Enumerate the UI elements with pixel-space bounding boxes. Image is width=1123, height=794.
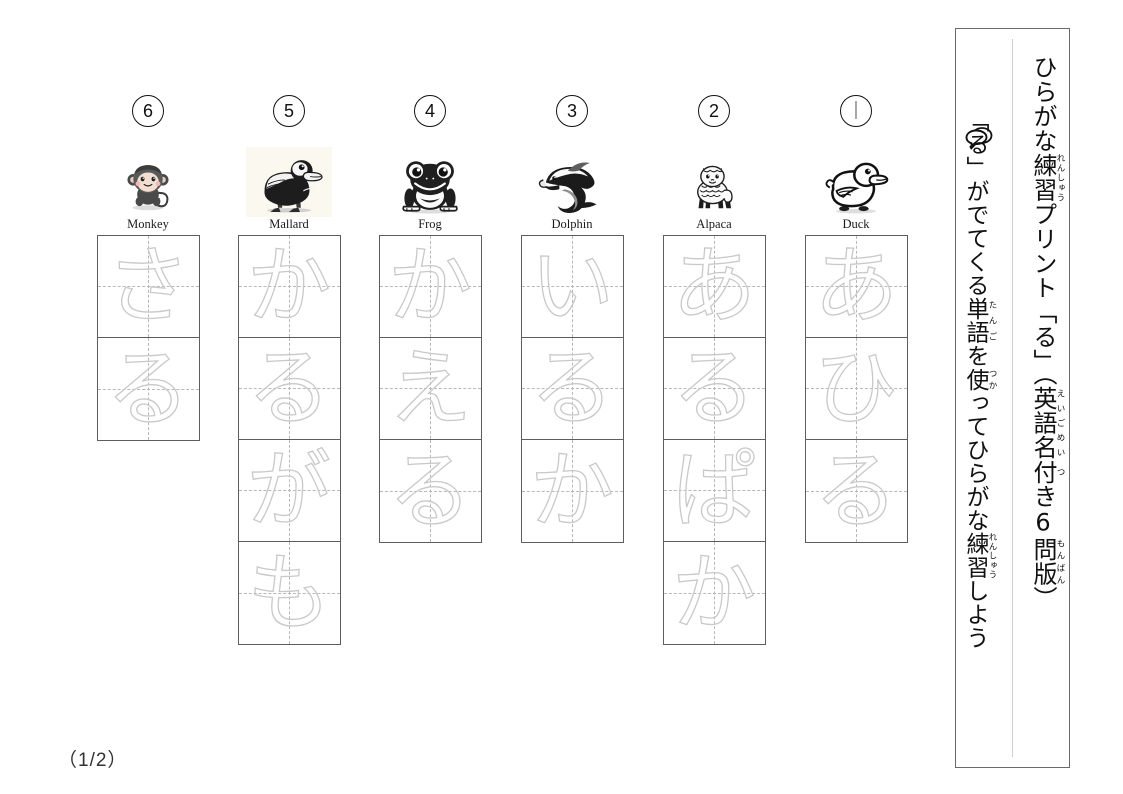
- question-number-badge: ｜: [840, 95, 872, 127]
- tracing-cell[interactable]: が: [238, 439, 340, 542]
- tracing-cell[interactable]: る: [97, 337, 199, 440]
- tracing-grid: いるか: [520, 234, 624, 543]
- kana-trace-glyph: あ: [813, 237, 898, 335]
- question-number-badge: 4: [414, 95, 446, 127]
- tracing-cell[interactable]: ひ: [805, 337, 907, 440]
- kana-trace-glyph: ぱ: [671, 441, 756, 539]
- kana-trace-glyph: え: [387, 339, 472, 437]
- kana-trace-glyph: る: [387, 441, 472, 540]
- tracing-cell[interactable]: る: [521, 337, 623, 440]
- question-number-badge: 6: [132, 95, 164, 127]
- tracing-cell[interactable]: る: [805, 439, 907, 542]
- mallard-duck-icon: [246, 147, 332, 217]
- tracing-cell[interactable]: ぱ: [663, 439, 765, 542]
- tracing-cell[interactable]: か: [521, 439, 623, 542]
- page-indicator: （1/2）: [58, 750, 128, 771]
- monkey-icon: [105, 147, 191, 217]
- word-column-frog: 4 Frog かえる: [378, 95, 482, 543]
- tracing-cell[interactable]: い: [521, 235, 623, 338]
- ruby-text: 問版もんばん: [1029, 537, 1065, 586]
- title-text-run: を: [962, 344, 989, 368]
- title-text-run: き6: [1029, 484, 1057, 537]
- kana-trace-glyph: が: [246, 441, 331, 539]
- kana-trace-glyph: る: [246, 339, 331, 437]
- animal-english-label: Duck: [842, 217, 870, 231]
- furigana: つか: [987, 367, 998, 392]
- furigana: えいごめい: [1055, 386, 1065, 460]
- title-text-run: ってひらがな: [962, 391, 989, 532]
- tracing-cell[interactable]: あ: [805, 235, 907, 338]
- tracing-cell[interactable]: え: [379, 337, 481, 440]
- alpaca-icon: [671, 147, 757, 217]
- kana-trace-glyph: か: [387, 237, 472, 335]
- tracing-cell[interactable]: さ: [97, 235, 199, 338]
- kana-trace-glyph: る: [671, 339, 756, 437]
- ruby-text: 単語 たんご: [962, 297, 998, 344]
- tracing-grid: かえる: [378, 234, 482, 543]
- furigana: たんご: [987, 297, 998, 344]
- question-number-badge: 3: [556, 95, 588, 127]
- word-column-mallard: 5 Mallard かるがも: [237, 95, 341, 645]
- ruby-text: 付つ: [1029, 459, 1065, 485]
- tracing-cell[interactable]: る: [238, 337, 340, 440]
- kana-trace-glyph: か: [246, 237, 331, 335]
- kana-trace-glyph: る: [813, 441, 898, 540]
- kana-trace-glyph: か: [671, 543, 756, 642]
- tracing-grid: さる: [96, 234, 200, 441]
- animal-english-label: Monkey: [127, 217, 169, 231]
- ruby-text: 練習れんしゅう: [962, 532, 998, 579]
- ruby-text: 英語名えいごめい: [1029, 386, 1065, 460]
- tracing-cell[interactable]: る: [379, 439, 481, 542]
- tracing-cell[interactable]: も: [238, 541, 340, 644]
- tracing-grid: あひる: [804, 234, 908, 543]
- animal-english-label: Alpaca: [696, 217, 732, 231]
- question-number-badge: 5: [273, 95, 305, 127]
- worksheet-title-main: ひらがな練習れんしゅうプリント「る」（英語名えいごめい付つき6問版もんばん）: [1028, 55, 1065, 755]
- title-text-run: しよう: [962, 579, 989, 650]
- ruby-text: 使つか: [962, 367, 998, 392]
- kana-trace-glyph: る: [105, 339, 190, 438]
- title-panel: ひらがな練習れんしゅうプリント「る」（英語名えいごめい付つき6問版もんばん） 「…: [955, 28, 1070, 768]
- word-column-alpaca: 2 Alpaca あるぱか: [662, 95, 766, 645]
- furigana: れんしゅう: [987, 532, 998, 579]
- title-text-run: 「る」がでてくる: [962, 109, 989, 297]
- word-column-duck: ｜ Duck あひる: [804, 95, 908, 543]
- animal-english-label: Mallard: [269, 217, 309, 231]
- tracing-cell[interactable]: か: [238, 235, 340, 338]
- worksheet-title-sub: 「る」がでてくる単語 たんごを使 つかってひらがな練習 れんしゅうしよう: [961, 109, 997, 769]
- kana-trace-glyph: さ: [105, 237, 190, 335]
- kana-trace-glyph: る: [529, 339, 614, 437]
- animal-english-label: Dolphin: [551, 217, 593, 231]
- duck-icon: [813, 147, 899, 217]
- tracing-cell[interactable]: か: [379, 235, 481, 338]
- question-number-badge: 2: [698, 95, 730, 127]
- title-text-run: プリント「る」（: [1029, 202, 1057, 386]
- word-column-dolphin: 3 Dolphin いるか: [520, 95, 624, 543]
- tracing-cell[interactable]: あ: [663, 235, 765, 338]
- furigana: もんばん: [1055, 537, 1065, 586]
- panel-divider-rule: [1012, 39, 1013, 757]
- title-text-run: ひらがな: [1029, 55, 1057, 153]
- tracing-cell[interactable]: る: [663, 337, 765, 440]
- animal-english-label: Frog: [418, 217, 442, 231]
- frog-icon: [387, 147, 473, 217]
- kana-trace-glyph: ひ: [813, 339, 898, 437]
- worksheet-columns: 6 Monkey さる 5 Mallard かるがも 4 Frog か え る …: [0, 0, 940, 794]
- furigana: つ: [1055, 459, 1065, 485]
- kana-trace-glyph: か: [529, 441, 614, 540]
- tracing-grid: あるぱか: [662, 234, 766, 645]
- word-column-monkey: 6 Monkey さる: [96, 95, 200, 441]
- ruby-text: 練習れんしゅう: [1029, 153, 1065, 202]
- tracing-grid: かるがも: [237, 234, 341, 645]
- kana-trace-glyph: い: [529, 237, 614, 335]
- kana-trace-glyph: あ: [671, 237, 756, 335]
- dolphin-icon: [529, 147, 615, 217]
- furigana: れんしゅう: [1055, 153, 1065, 202]
- tracing-cell[interactable]: か: [663, 541, 765, 644]
- title-text-run: ）: [1029, 586, 1057, 611]
- kana-trace-glyph: も: [246, 543, 331, 642]
